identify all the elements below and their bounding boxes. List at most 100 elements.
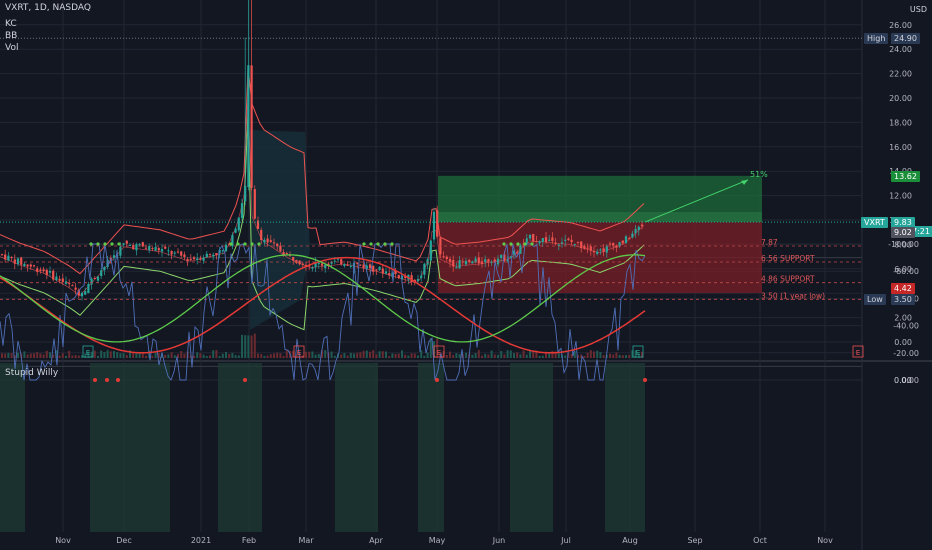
volume-bar <box>10 353 13 358</box>
volume-bar <box>151 355 154 358</box>
volume-bar <box>260 354 263 358</box>
volume-bar <box>317 353 320 358</box>
candle-body <box>205 253 208 258</box>
volume-bar <box>509 350 512 358</box>
osc-peak-dot <box>93 378 97 382</box>
volume-bar <box>497 354 499 358</box>
candle-body <box>349 265 352 267</box>
x-tick-label: Jul <box>560 536 571 545</box>
osc-peak-dot <box>435 378 439 382</box>
candle-body <box>263 239 266 243</box>
candle-body <box>260 229 263 241</box>
candle-body <box>192 257 196 260</box>
candle-body <box>292 256 295 261</box>
candle-body <box>500 254 503 259</box>
volume-bar <box>183 353 186 358</box>
volume-bar <box>493 354 496 358</box>
candle-body <box>39 269 42 271</box>
price-label-name: High <box>864 33 889 45</box>
volume-bar <box>122 353 125 358</box>
volume-bar <box>621 355 624 358</box>
candle-body <box>429 240 432 261</box>
candle-body <box>324 264 327 269</box>
osc-dot <box>502 242 506 246</box>
indicator-bb[interactable]: BB <box>5 31 17 42</box>
candle-body <box>516 251 519 253</box>
volume-bar <box>45 350 48 358</box>
candle-body <box>253 189 256 219</box>
volume-bar <box>602 355 605 358</box>
volume-bar <box>522 350 525 358</box>
candle-body <box>640 224 644 227</box>
volume-bar <box>4 353 7 358</box>
volume-bar <box>74 355 77 358</box>
candle-body <box>592 250 596 253</box>
y-tick-label: 16.00 <box>889 143 912 152</box>
x-tick-label: Nov <box>817 536 833 545</box>
shade-band <box>0 363 25 532</box>
volume-bar <box>516 352 519 358</box>
candle-body <box>32 265 36 267</box>
y-tick-label: 26.00 <box>889 21 912 30</box>
candle-body <box>23 263 26 267</box>
earnings-letter: E <box>86 349 90 357</box>
support-annotation: 3.50 (1 year low) <box>761 291 825 300</box>
volume-bar <box>394 353 397 358</box>
candle-body <box>58 278 61 281</box>
volume-bar <box>17 352 19 358</box>
volume-bar <box>29 353 32 358</box>
candle-body <box>330 262 333 264</box>
osc-dot <box>516 242 520 246</box>
osc-dot <box>369 242 373 246</box>
volume-bar <box>103 352 106 358</box>
volume-bar <box>401 350 403 358</box>
volume-bar <box>452 354 455 358</box>
volume-bar <box>500 351 503 358</box>
entry-band <box>438 212 762 223</box>
candle-body <box>138 244 141 246</box>
candle-body <box>202 257 205 261</box>
candle-body <box>359 264 362 266</box>
shade-band <box>335 363 378 532</box>
candle-body <box>103 266 106 271</box>
band-fill <box>250 130 310 330</box>
volume-bar <box>77 355 80 358</box>
volume-bar <box>445 354 448 358</box>
volume-bar <box>596 350 599 358</box>
volume-bar <box>625 355 627 358</box>
price-label-name: VXRT <box>861 217 888 229</box>
volume-bar <box>97 355 99 358</box>
candle-body <box>55 276 58 281</box>
candle-body <box>343 264 346 267</box>
shade-band <box>418 363 444 532</box>
osc-dot <box>89 242 93 246</box>
candle-body <box>269 240 272 242</box>
candle-body <box>20 257 23 265</box>
shade-band <box>605 363 645 532</box>
candle-body <box>199 258 202 260</box>
chart-canvas[interactable]: 51% 7.87 6.56 SUPPORT 4.86 SUPPORT 3.50 (1 … <box>0 0 932 550</box>
candle-body <box>183 254 186 258</box>
volume-bar <box>36 352 39 358</box>
candle-body <box>320 263 324 266</box>
osc-dot <box>250 242 254 246</box>
candle-body <box>567 238 570 241</box>
symbol-title[interactable]: VXRT, 1D, NASDAQ <box>5 3 91 14</box>
osc-dot <box>110 242 114 246</box>
indicator-kc[interactable]: KC <box>5 19 17 30</box>
volume-bar <box>372 350 375 358</box>
volume-bar <box>225 351 227 358</box>
oscillator-title[interactable]: Stupid Willy <box>5 368 58 379</box>
volume-bar <box>42 354 45 358</box>
indicator-vol[interactable]: Vol <box>5 43 18 54</box>
volume-bar <box>39 353 42 358</box>
support-annotation: 7.87 <box>761 238 778 247</box>
osc-peak-dot <box>116 378 120 382</box>
volume-bar <box>141 353 144 358</box>
volume-bar <box>71 355 74 358</box>
volume-bar <box>266 355 269 358</box>
volume-bar <box>455 353 458 358</box>
candle-body <box>560 242 564 244</box>
candle-body <box>112 255 116 258</box>
volume-bar <box>365 350 368 358</box>
